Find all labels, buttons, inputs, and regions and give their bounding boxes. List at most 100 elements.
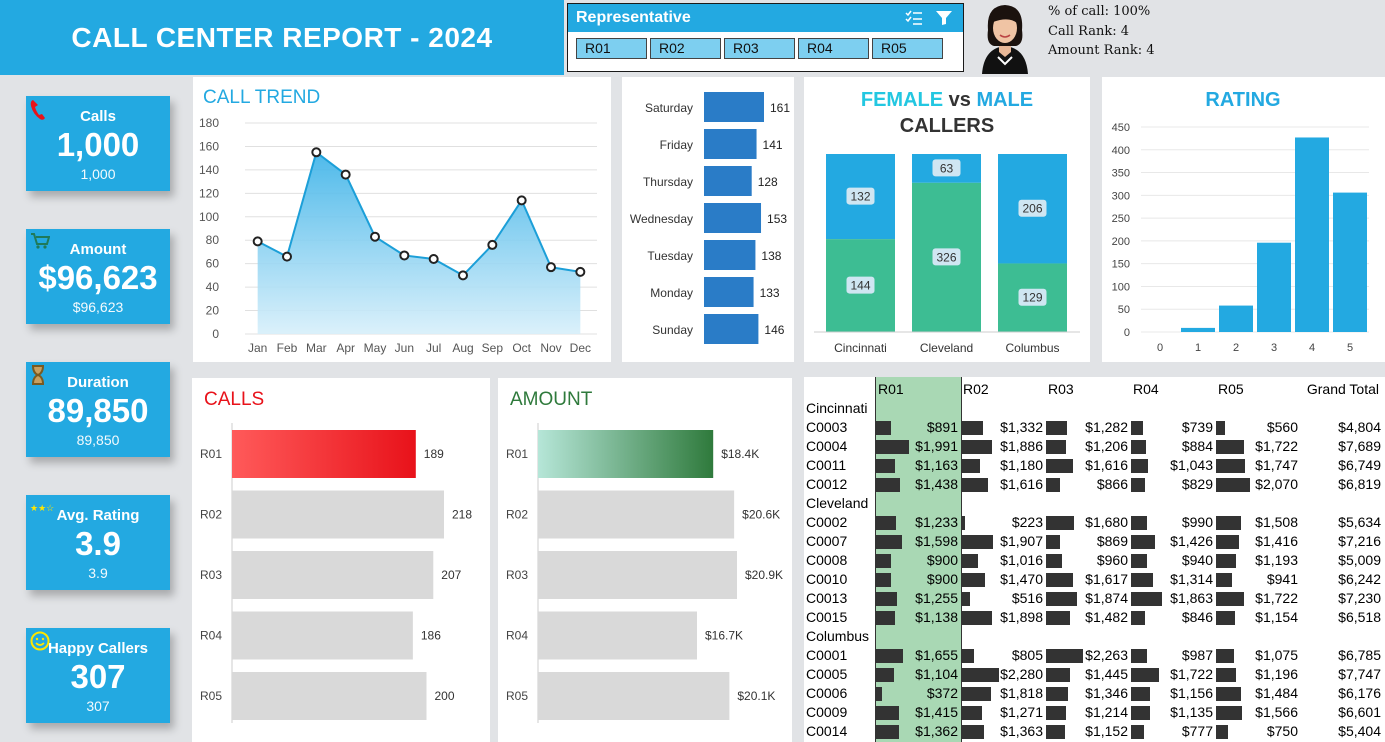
pivot-data-bar (1131, 611, 1145, 625)
pivot-total-cell: $6,749 (1338, 457, 1381, 473)
slicer-item-r05[interactable]: R05 (872, 38, 943, 59)
pivot-data-bar (1131, 421, 1144, 435)
data-label: 141 (763, 138, 783, 152)
rep-bar (232, 430, 416, 478)
x-tick-label: Apr (336, 341, 355, 355)
representative-slicer: Representative R01 R02 R03 R04 R05 (567, 3, 964, 72)
pivot-cell: $1,135 (1170, 704, 1213, 720)
pivot-cell: $1,616 (1000, 476, 1043, 492)
pivot-cell: $1,314 (1170, 571, 1213, 587)
pivot-cell: $1,566 (1255, 704, 1298, 720)
pivot-row: C0007 $1,598 $1,907 $869 $1,426 $1,416 $7,216 (804, 532, 1385, 551)
pivot-cell: $990 (1181, 514, 1213, 530)
pivot-table: R01 R02 R03 R04 R05 Grand Total Cincinnati C000… (804, 377, 1385, 742)
pivot-cell: $1,193 (1255, 552, 1298, 568)
pivot-data-bar (876, 725, 899, 739)
pivot-row-label: C0006 (806, 685, 848, 701)
pivot-row-label: C0009 (806, 704, 848, 720)
pivot-data-bar (961, 592, 970, 606)
slicer-item-r04[interactable]: R04 (798, 38, 869, 59)
weekday-label: Sunday (652, 323, 693, 337)
pivot-row: C0002 $1,233 $223 $1,680 $990 $1,508 $5,634 (804, 513, 1385, 532)
y-tick-label: 140 (199, 163, 219, 177)
slicer-item-r03[interactable]: R03 (724, 38, 795, 59)
y-tick-label: R05 (506, 689, 528, 703)
rep-bar (538, 551, 737, 599)
chart-title: CALLS (204, 389, 264, 410)
data-label: 206 (1022, 202, 1042, 216)
pivot-cell: $2,280 (1000, 666, 1043, 682)
y-tick-label: 50 (1118, 304, 1130, 316)
x-tick-label: Aug (452, 341, 473, 355)
pivot-cell: $1,722 (1170, 666, 1213, 682)
pivot-cell: $1,075 (1255, 647, 1298, 663)
pivot-cell: $1,156 (1170, 685, 1213, 701)
multi-select-icon[interactable] (905, 10, 923, 26)
percent-of-call: % of call: 100% (1048, 4, 1151, 19)
slicer-item-r01[interactable]: R01 (576, 38, 647, 59)
rating-bar (1219, 305, 1253, 332)
pivot-row: C0005 $1,104 $2,280 $1,445 $1,722 $1,196 $7,74… (804, 665, 1385, 684)
y-tick-label: R01 (200, 447, 222, 461)
pivot-cell: $777 (1181, 723, 1213, 739)
pivot-cell: $891 (926, 419, 958, 435)
pivot-row: C0003 $891 $1,332 $1,282 $739 $560 $4,804 (804, 418, 1385, 437)
kpi-value: 307 (70, 658, 126, 695)
pivot-data-bar (876, 554, 891, 568)
chart-title: FEMALE vs MALE (861, 89, 1033, 111)
pivot-data-bar (961, 554, 978, 568)
weekday-bar (704, 240, 756, 270)
pivot-cell: $1,416 (1255, 533, 1298, 549)
pivot-row-label: C0014 (806, 723, 848, 739)
pivot-data-bar (876, 668, 895, 682)
pivot-data-bar (1131, 478, 1145, 492)
kpi-avg-rating: ★★☆ Avg. Rating 3.9 3.9 (26, 495, 170, 590)
filter-icon[interactable] (935, 10, 953, 26)
data-label: $18.4K (721, 447, 759, 461)
pivot-cell: $1,874 (1085, 590, 1128, 606)
weekday-label: Friday (660, 138, 693, 152)
x-tick-label: Oct (512, 341, 531, 355)
pivot-row-label: C0008 (806, 552, 848, 568)
pivot-total-cell: $7,230 (1338, 590, 1381, 606)
pivot-cell: $1,152 (1085, 723, 1128, 739)
pivot-row: C0001 $1,655 $805 $2,263 $987 $1,075 $6,785 (804, 646, 1385, 665)
kpi-value: 89,850 (47, 392, 149, 429)
pivot-data-bar (1131, 725, 1144, 739)
x-tick-label: 3 (1271, 342, 1277, 354)
weekday-bar (704, 277, 754, 307)
pivot-row-label: C0001 (806, 647, 848, 663)
pivot-row-label: C0007 (806, 533, 848, 549)
x-tick-label: 0 (1157, 342, 1163, 354)
pivot-data-bar (1216, 611, 1236, 625)
pivot-total-cell: $6,785 (1338, 647, 1381, 663)
pivot-data-bar (1046, 668, 1070, 682)
pivot-data-bar (1046, 440, 1066, 454)
y-tick-label: 200 (1112, 236, 1130, 248)
pivot-data-bar (1131, 554, 1147, 568)
pivot-data-bar (1216, 725, 1229, 739)
pivot-data-bar (961, 421, 983, 435)
pivot-cell: $1,598 (915, 533, 958, 549)
pivot-data-bar (961, 649, 975, 663)
pivot-row-label: C0010 (806, 571, 848, 587)
chart-title: CALL TREND (203, 87, 320, 108)
pivot-total-cell: $6,242 (1338, 571, 1381, 587)
pivot-row: C0015 $1,138 $1,898 $1,482 $846 $1,154 $6,518 (804, 608, 1385, 627)
x-tick-label: May (364, 341, 387, 355)
pivot-cell: $1,655 (915, 647, 958, 663)
pivot-data-bar (1216, 649, 1234, 663)
rep-bar (538, 490, 735, 539)
pivot-cell: $1,363 (1000, 723, 1043, 739)
pivot-row-label: C0002 (806, 514, 848, 530)
data-point (516, 195, 527, 206)
pivot-cell: $1,886 (1000, 438, 1043, 454)
pivot-data-bar (1216, 668, 1236, 682)
data-point (575, 266, 586, 277)
pivot-cell: $1,163 (915, 457, 958, 473)
y-tick-label: 20 (206, 304, 220, 318)
y-tick-label: 60 (206, 257, 220, 271)
slicer-item-r02[interactable]: R02 (650, 38, 721, 59)
data-point (399, 250, 410, 261)
chart-title-line2: CALLERS (900, 115, 994, 137)
